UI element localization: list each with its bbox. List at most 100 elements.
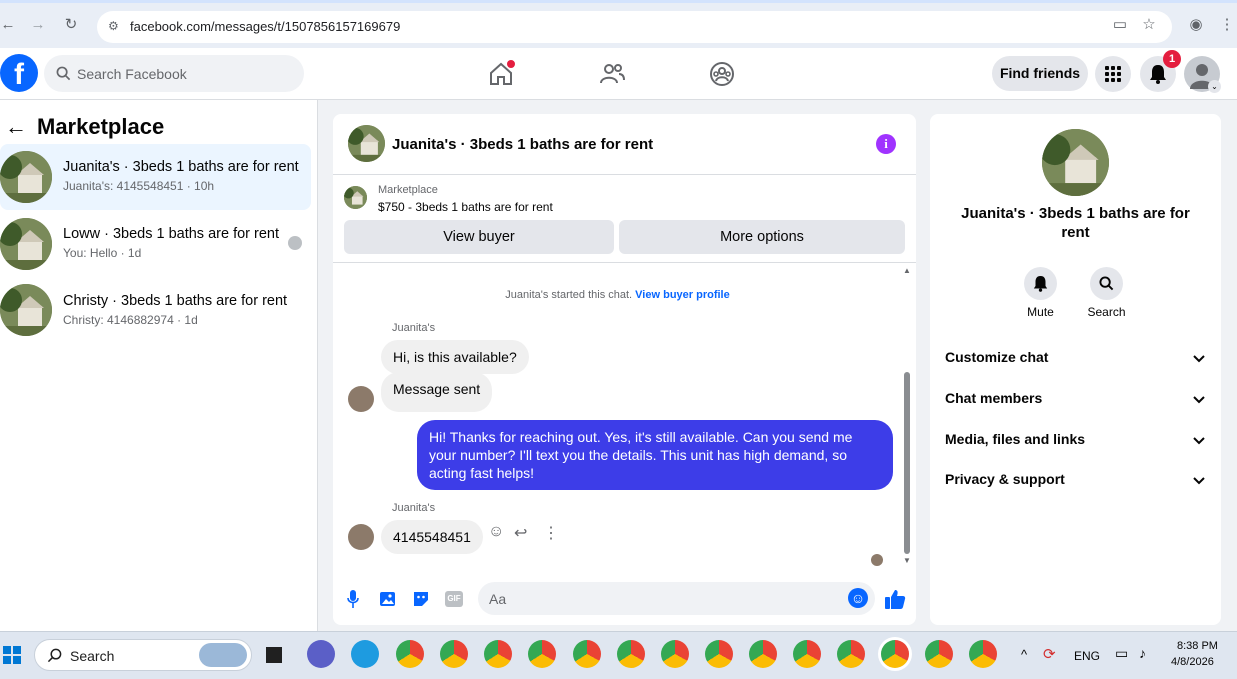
message-bubble-received[interactable]: Hi, is this available? <box>381 340 529 374</box>
message-bubble-received[interactable]: Message sent <box>381 372 493 412</box>
chrome-profile-icon[interactable] <box>749 640 777 668</box>
sender-avatar[interactable] <box>348 524 374 550</box>
listing-avatar <box>0 284 52 336</box>
details-title: Juanita's · 3beds 1 baths are for rent <box>961 205 1190 241</box>
chrome-profile-icon[interactable] <box>969 640 997 668</box>
reply-icon[interactable]: ↩ <box>514 523 527 543</box>
scroll-down-icon[interactable]: ▼ <box>903 556 911 565</box>
account-avatar[interactable]: ⌄ <box>1184 56 1221 93</box>
address-bar[interactable]: ⚙ facebook.com/messages/t/15078561571696… <box>97 11 1172 43</box>
react-emoji-icon[interactable]: ☺ <box>488 523 504 541</box>
conversation-item-juanita[interactable]: Juanita's · 3beds 1 baths are for rent J… <box>0 144 311 210</box>
chrome-profile-icon[interactable] <box>440 640 468 668</box>
chrome-profile-icon[interactable] <box>484 640 512 668</box>
thumbs-up-icon[interactable] <box>884 588 906 610</box>
install-app-icon[interactable]: ▭ <box>1112 17 1128 33</box>
scroll-up-icon[interactable]: ▲ <box>903 266 911 275</box>
message-scrollbar[interactable]: ▲ ▼ <box>902 266 912 568</box>
message-input[interactable]: Aa ☺ <box>478 582 875 615</box>
grid-icon <box>1105 66 1121 82</box>
chrome-profile-icon[interactable] <box>528 640 556 668</box>
customize-chat-row[interactable]: Customize chat <box>945 349 1048 365</box>
chevron-down-icon[interactable] <box>1192 473 1206 487</box>
chrome-profile-icon[interactable] <box>925 640 953 668</box>
chevron-down-icon[interactable] <box>1192 351 1206 365</box>
sync-icon[interactable]: ⟳ <box>1043 645 1056 663</box>
forward-icon[interactable]: → <box>30 17 46 33</box>
emoji-icon[interactable]: ☺ <box>848 588 868 608</box>
sender-name: Juanita's <box>392 322 436 334</box>
home-icon[interactable] <box>487 60 515 88</box>
back-icon[interactable]: ← <box>0 17 16 33</box>
chrome-profile-icon[interactable] <box>793 640 821 668</box>
sender-name: Juanita's <box>392 502 436 514</box>
chevron-down-icon[interactable] <box>1192 392 1206 406</box>
groups-icon[interactable] <box>708 60 736 88</box>
bookmark-star-icon[interactable]: ☆ <box>1141 17 1157 33</box>
url-text[interactable]: facebook.com/messages/t/1507856157169679 <box>130 19 400 34</box>
listing-source: Marketplace <box>378 184 438 196</box>
task-view-icon[interactable] <box>266 647 282 663</box>
conversation-item-loww[interactable]: Loww · 3beds 1 baths are for rent You: H… <box>0 211 311 277</box>
back-arrow-icon[interactable]: ← <box>5 114 27 140</box>
sticker-icon[interactable] <box>412 590 430 608</box>
chat-members-row[interactable]: Chat members <box>945 390 1042 406</box>
site-info-icon[interactable]: ⚙ <box>108 19 119 33</box>
volume-icon[interactable]: ♪ <box>1139 645 1146 661</box>
more-actions-icon[interactable]: ⋮ <box>543 523 559 543</box>
view-buyer-button[interactable]: View buyer <box>344 220 614 254</box>
chat-title[interactable]: Juanita's · 3beds 1 baths are for rent <box>392 136 653 153</box>
mute-button[interactable] <box>1024 267 1057 300</box>
search-placeholder: Search Facebook <box>77 66 187 82</box>
conversation-preview: You: Hello · 1d <box>63 246 142 260</box>
info-icon[interactable]: i <box>876 134 896 154</box>
gif-icon[interactable]: GIF <box>445 591 463 607</box>
chat-header: Juanita's · 3beds 1 baths are for rent i <box>333 114 916 175</box>
clock-date[interactable]: 4/8/2026 <box>1171 656 1214 668</box>
search-conversation-button[interactable] <box>1090 267 1123 300</box>
chevron-down-icon[interactable] <box>1192 433 1206 447</box>
language-indicator[interactable]: ENG <box>1074 649 1100 663</box>
chrome-profile-icon[interactable] <box>396 640 424 668</box>
more-options-button[interactable]: More options <box>619 220 905 254</box>
friends-icon[interactable] <box>598 60 626 88</box>
teams-chat-icon[interactable] <box>307 640 335 668</box>
privacy-support-row[interactable]: Privacy & support <box>945 471 1065 487</box>
message-bubble-received[interactable]: 4145548451 <box>381 520 483 554</box>
chrome-profile-icon[interactable] <box>573 640 601 668</box>
scrollbar-thumb[interactable] <box>904 372 910 554</box>
edge-icon[interactable] <box>351 640 379 668</box>
chrome-profile-icon[interactable] <box>705 640 733 668</box>
facebook-logo[interactable]: f <box>0 54 38 92</box>
taskbar-search-box[interactable]: Search <box>34 639 252 671</box>
listing-avatar <box>0 151 52 203</box>
clock-time[interactable]: 8:38 PM <box>1177 640 1218 652</box>
chrome-profile-icon[interactable] <box>617 640 645 668</box>
search-icon <box>56 66 71 81</box>
menu-grid-button[interactable] <box>1095 56 1131 92</box>
search-facebook-input[interactable]: Search Facebook <box>44 55 304 92</box>
listing-thumbnail[interactable] <box>344 186 367 209</box>
chat-window: Juanita's · 3beds 1 baths are for rent i… <box>333 114 916 625</box>
chrome-active-icon[interactable] <box>881 640 909 668</box>
view-buyer-profile-link[interactable]: View buyer profile <box>635 289 730 301</box>
chrome-profile-icon[interactable] <box>837 640 865 668</box>
chevron-up-icon[interactable]: ^ <box>1021 647 1027 662</box>
mute-label: Mute <box>1027 305 1054 319</box>
microphone-icon[interactable] <box>347 590 359 608</box>
listing-detail[interactable]: $750 - 3beds 1 baths are for rent <box>378 200 553 214</box>
network-icon[interactable]: ▭ <box>1115 645 1128 662</box>
reload-icon[interactable]: ↻ <box>63 17 79 33</box>
media-files-links-row[interactable]: Media, files and links <box>945 431 1085 447</box>
windows-start-icon[interactable] <box>3 646 21 664</box>
find-friends-button[interactable]: Find friends <box>992 56 1088 91</box>
sender-avatar[interactable] <box>348 386 374 412</box>
message-bubble-sent[interactable]: Hi! Thanks for reaching out. Yes, it's s… <box>417 420 893 490</box>
chrome-profile-icon[interactable] <box>661 640 689 668</box>
menu-kebab-icon[interactable]: ⋮ <box>1219 17 1235 33</box>
profile-icon[interactable]: ◉ <box>1188 17 1204 33</box>
photo-icon[interactable] <box>378 590 396 608</box>
chat-avatar[interactable] <box>348 125 385 162</box>
details-avatar[interactable] <box>1042 129 1109 196</box>
conversation-item-christy[interactable]: Christy · 3beds 1 baths are for rent Chr… <box>0 278 311 344</box>
